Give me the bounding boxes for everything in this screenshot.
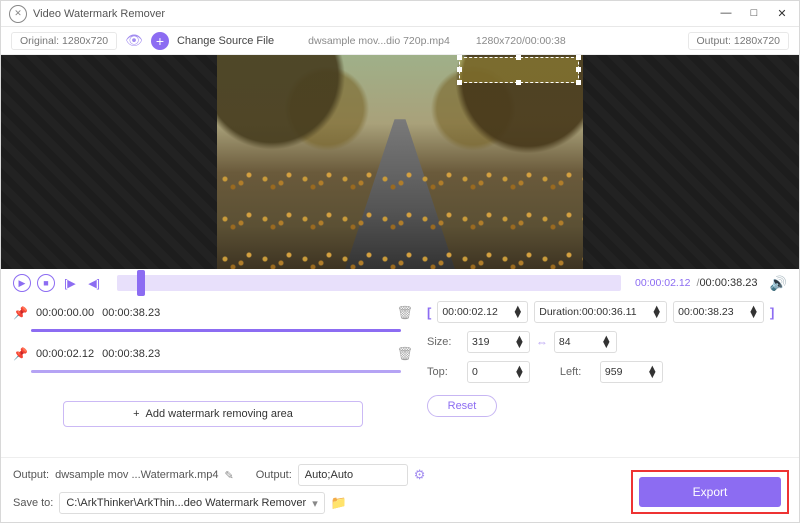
eye-icon[interactable]: 👁 (125, 32, 143, 49)
bracket-end-icon[interactable]: ] (770, 305, 774, 320)
size-width-field[interactable]: ▲▼ (467, 331, 530, 353)
info-bar: Original: 1280x720 👁 + Change Source Fil… (1, 27, 799, 55)
source-dims-time: 1280x720/00:00:38 (476, 35, 566, 47)
open-folder-icon[interactable]: 📁 (331, 495, 347, 511)
pos-left-field[interactable]: ▲▼ (600, 361, 663, 383)
original-resolution: Original: 1280x720 (11, 32, 117, 50)
edit-filename-icon[interactable]: ✎ (225, 469, 234, 482)
plus-icon: + (133, 408, 139, 420)
time-current: 00:00:02.12 (635, 277, 690, 289)
range-end-field[interactable]: ▲▼ (673, 301, 764, 323)
title-bar: ✕ Video Watermark Remover — □ ✕ (1, 1, 799, 27)
top-label: Top: (427, 366, 461, 378)
change-source-button[interactable]: Change Source File (177, 35, 274, 47)
video-preview (1, 55, 799, 269)
link-size-icon[interactable]: ⇔ (536, 335, 548, 349)
window-title: Video Watermark Remover (33, 8, 165, 20)
output-format-label: Output: (256, 469, 292, 481)
filmstrip-right (583, 55, 799, 269)
video-frame[interactable] (217, 55, 583, 269)
pos-top-field[interactable]: ▲▼ (467, 361, 530, 383)
segment-start: 00:00:00.00 (36, 307, 94, 319)
size-height-field[interactable]: ▲▼ (554, 331, 617, 353)
play-button[interactable]: ▶ (13, 274, 31, 292)
close-button[interactable]: ✕ (775, 7, 789, 20)
export-button[interactable]: Export (639, 477, 781, 507)
add-watermark-area-button[interactable]: + Add watermark removing area (63, 401, 363, 427)
time-total: /00:00:38.23 (697, 277, 758, 289)
filmstrip-left (1, 55, 217, 269)
watermark-selection-box[interactable] (459, 57, 579, 83)
output-filename: dwsample mov ...Watermark.mp4 (55, 469, 218, 481)
minimize-button[interactable]: — (719, 7, 733, 20)
range-start-field[interactable]: ▲▼ (437, 301, 528, 323)
source-filename: dwsample mov...dio 720p.mp4 (308, 35, 450, 47)
bracket-start-icon[interactable]: [ (427, 305, 431, 320)
output-format-select[interactable]: Auto;Auto (298, 464, 408, 486)
segment-row[interactable]: 📌 00:00:00.00 00:00:38.23 🗑 (13, 301, 413, 325)
save-path-field[interactable]: C:\ArkThinker\ArkThin...deo Watermark Re… (59, 492, 324, 514)
segment-start: 00:00:02.12 (36, 348, 94, 360)
stop-button[interactable]: ■ (37, 274, 55, 292)
properties-panel: [ ▲▼ ▲▼ ▲▼ ] Size: ▲▼ ⇔ ▲▼ Top: ▲▼ Left:… (427, 301, 787, 451)
format-settings-icon[interactable]: ⚙ (414, 467, 426, 483)
segment-end: 00:00:38.23 (102, 348, 160, 360)
segment-row[interactable]: 📌 00:00:02.12 00:00:38.23 🗑 (13, 342, 413, 366)
delete-segment-icon[interactable]: 🗑 (396, 346, 413, 362)
volume-icon[interactable]: 🔊 (770, 275, 787, 292)
chevron-down-icon[interactable]: ▾ (312, 497, 318, 510)
playback-bar: ▶ ■ [▶ ◀] 00:00:02.12/00:00:38.23 🔊 (1, 269, 799, 297)
save-to-label: Save to: (13, 497, 53, 509)
output-label: Output: (13, 469, 49, 481)
output-resolution: Output: 1280x720 (688, 32, 789, 50)
timeline-slider[interactable] (117, 275, 621, 291)
segment-bar[interactable] (31, 370, 401, 373)
reset-button[interactable]: Reset (427, 395, 497, 417)
add-area-label: Add watermark removing area (146, 408, 293, 420)
delete-segment-icon[interactable]: 🗑 (396, 305, 413, 321)
segments-panel: 📌 00:00:00.00 00:00:38.23 🗑 📌 00:00:02.1… (13, 301, 413, 451)
change-source-plus-icon[interactable]: + (151, 32, 169, 50)
pin-icon: 📌 (13, 347, 28, 361)
pin-icon: 📌 (13, 306, 28, 320)
segment-end: 00:00:38.23 (102, 307, 160, 319)
set-end-button[interactable]: ◀] (85, 274, 103, 292)
size-label: Size: (427, 336, 461, 348)
maximize-button[interactable]: □ (747, 7, 761, 20)
left-label: Left: (560, 366, 594, 378)
range-duration-field[interactable]: ▲▼ (534, 301, 667, 323)
segment-bar[interactable] (31, 329, 401, 332)
app-logo-icon: ✕ (9, 5, 27, 23)
set-start-button[interactable]: [▶ (61, 274, 79, 292)
export-highlight: Export (631, 470, 789, 514)
